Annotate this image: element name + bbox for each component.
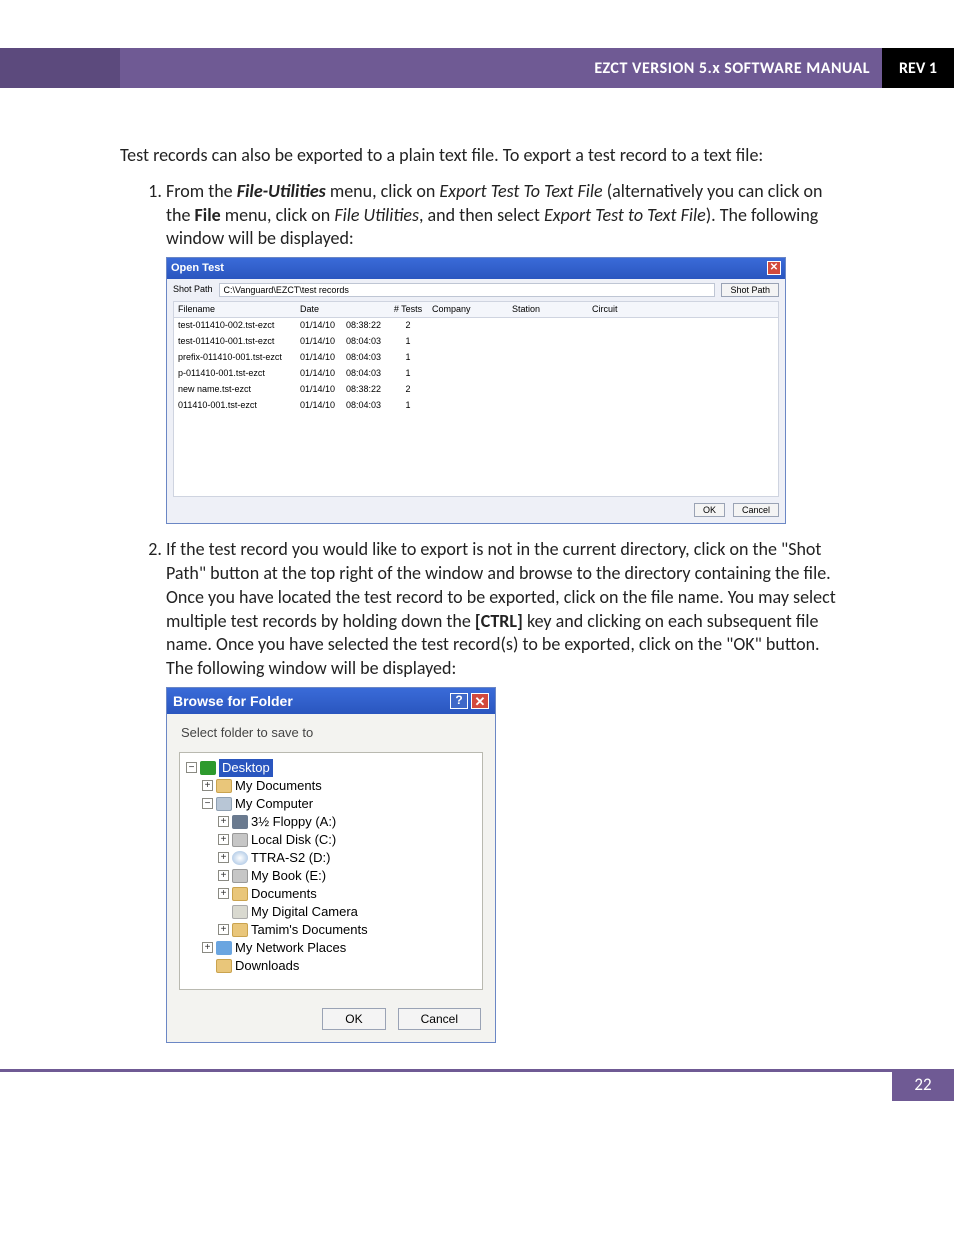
bff-title: Browse for Folder — [173, 692, 293, 710]
table-row[interactable]: test-011410-002.tst-ezct01/14/1008:38:22… — [174, 318, 778, 334]
folder-icon — [232, 887, 248, 901]
col-ntests[interactable]: # Tests — [388, 302, 428, 318]
computer-icon — [216, 797, 232, 811]
page-footer: 22 — [0, 1069, 954, 1101]
folder-icon — [216, 959, 232, 973]
floppy-icon — [232, 815, 248, 829]
shot-path-input[interactable]: C:\Vanguard\EZCT\test records — [219, 283, 716, 297]
grid-header: Filename Date # Tests Company Station Ci… — [174, 302, 778, 319]
close-icon[interactable]: ✕ — [471, 693, 489, 709]
collapse-icon[interactable]: − — [202, 798, 213, 809]
tree-node-floppy[interactable]: +3½ Floppy (A:) — [186, 813, 476, 831]
camera-icon — [232, 905, 248, 919]
desktop-icon — [200, 761, 216, 775]
close-icon[interactable]: ✕ — [767, 261, 781, 275]
folder-icon — [232, 923, 248, 937]
col-station[interactable]: Station — [508, 302, 588, 318]
col-company[interactable]: Company — [428, 302, 508, 318]
table-row[interactable]: 011410-001.tst-ezct01/14/1008:04:031 — [174, 398, 778, 414]
expand-icon[interactable]: + — [218, 834, 229, 845]
tree-node-ddrive[interactable]: +TTRA-S2 (D:) — [186, 849, 476, 867]
bff-buttons: OK Cancel — [167, 1000, 495, 1042]
intro-para: Test records can also be exported to a p… — [120, 144, 844, 168]
tree-node-downloads[interactable]: Downloads — [186, 957, 476, 975]
table-row[interactable]: test-011410-001.tst-ezct01/14/1008:04:03… — [174, 334, 778, 350]
help-icon[interactable]: ? — [450, 693, 468, 709]
cancel-button[interactable]: Cancel — [733, 503, 779, 517]
shot-path-button[interactable]: Shot Path — [721, 283, 779, 297]
ok-button[interactable]: OK — [322, 1008, 385, 1030]
shot-path-label: Shot Path — [173, 284, 213, 296]
expand-icon[interactable]: + — [218, 924, 229, 935]
step-1: From the File-Utilities menu, click on E… — [166, 180, 844, 525]
expand-icon[interactable]: + — [202, 780, 213, 791]
expand-icon[interactable]: + — [218, 852, 229, 863]
tree-node-edrive[interactable]: +My Book (E:) — [186, 867, 476, 885]
manual-title: EZCT VERSION 5.x SOFTWARE MANUAL — [120, 48, 882, 88]
expand-icon[interactable]: + — [218, 888, 229, 899]
ok-button[interactable]: OK — [694, 503, 725, 517]
page-header: EZCT VERSION 5.x SOFTWARE MANUAL REV 1 — [0, 48, 954, 88]
open-test-toolbar: Shot Path C:\Vanguard\EZCT\test records … — [167, 279, 785, 301]
record-grid: Filename Date # Tests Company Station Ci… — [173, 301, 779, 498]
tree-node-tamim[interactable]: +Tamim's Documents — [186, 921, 476, 939]
expand-icon[interactable]: + — [202, 942, 213, 953]
bff-titlebar: Browse for Folder ? ✕ — [167, 688, 495, 714]
tree-node-netplaces[interactable]: +My Network Places — [186, 939, 476, 957]
page-content: Test records can also be exported to a p… — [0, 88, 954, 1043]
open-test-titlebar: Open Test ✕ — [167, 258, 785, 279]
header-accent — [0, 48, 120, 88]
tree-node-documents[interactable]: +Documents — [186, 885, 476, 903]
open-test-window: Open Test ✕ Shot Path C:\Vanguard\EZCT\t… — [166, 257, 786, 524]
disk-icon — [232, 869, 248, 883]
step-2: If the test record you would like to exp… — [166, 538, 844, 1042]
col-filename[interactable]: Filename — [174, 302, 296, 318]
tree-node-desktop[interactable]: −Desktop — [186, 759, 476, 777]
col-date[interactable]: Date — [296, 302, 342, 318]
table-row[interactable]: prefix-011410-001.tst-ezct01/14/1008:04:… — [174, 350, 778, 366]
tree-node-camera[interactable]: My Digital Camera — [186, 903, 476, 921]
disk-icon — [232, 833, 248, 847]
cd-icon — [232, 851, 248, 865]
rev-badge: REV 1 — [882, 48, 954, 88]
grid-body[interactable]: test-011410-002.tst-ezct01/14/1008:38:22… — [174, 318, 778, 496]
table-row[interactable]: new name.tst-ezct01/14/1008:38:222 — [174, 382, 778, 398]
col-circuit[interactable]: Circuit — [588, 302, 778, 318]
folder-tree[interactable]: −Desktop +My Documents −My Computer +3½ … — [179, 752, 483, 990]
tree-node-mydocs[interactable]: +My Documents — [186, 777, 476, 795]
browse-folder-window: Browse for Folder ? ✕ Select folder to s… — [166, 687, 496, 1043]
network-icon — [216, 941, 232, 955]
table-row[interactable]: p-011410-001.tst-ezct01/14/1008:04:031 — [174, 366, 778, 382]
page-number: 22 — [892, 1069, 954, 1101]
open-test-buttons: OK Cancel — [167, 497, 785, 523]
open-test-title: Open Test — [171, 261, 224, 276]
cancel-button[interactable]: Cancel — [398, 1008, 481, 1030]
expand-icon[interactable]: + — [218, 816, 229, 827]
expand-icon[interactable]: + — [218, 870, 229, 881]
steps-list: From the File-Utilities menu, click on E… — [120, 180, 844, 1043]
tree-node-mycomp[interactable]: −My Computer — [186, 795, 476, 813]
bff-message: Select folder to save to — [167, 714, 495, 747]
collapse-icon[interactable]: − — [186, 762, 197, 773]
tree-node-cdrive[interactable]: +Local Disk (C:) — [186, 831, 476, 849]
folder-icon — [216, 779, 232, 793]
